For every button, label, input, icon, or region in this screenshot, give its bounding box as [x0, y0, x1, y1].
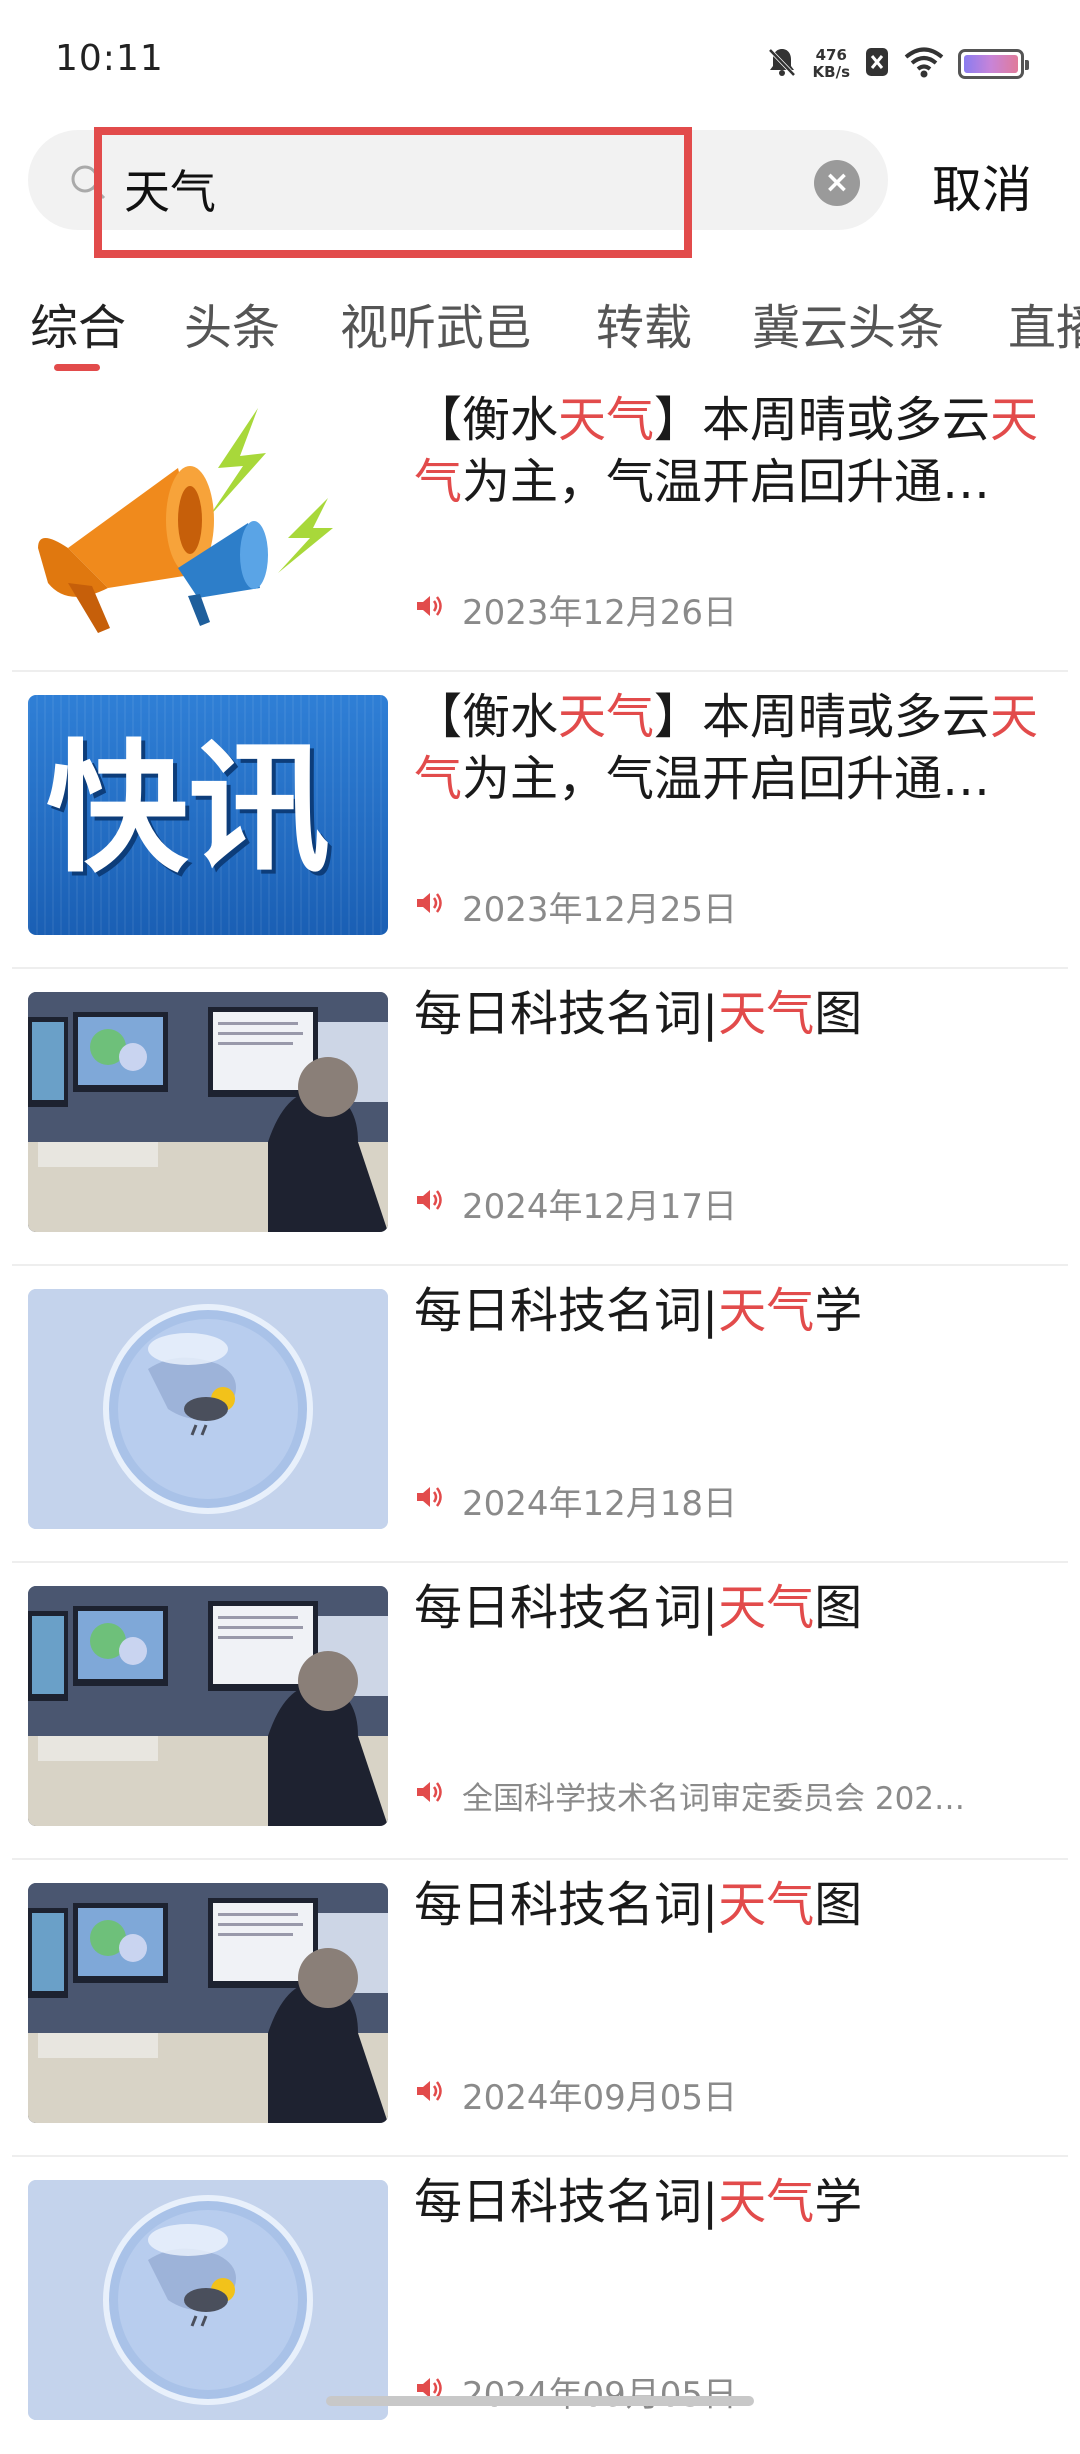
active-tab-indicator [54, 364, 100, 371]
item-meta: 2023年12月26日 [414, 585, 1054, 634]
list-item[interactable]: 每日科技名词|天气学 2024年12月18日 [12, 1266, 1068, 1563]
weather-office-thumbnail [28, 1586, 388, 1826]
item-title: 每日科技名词|天气图 [414, 986, 863, 1042]
status-bar: 10:11 476 KB/s [0, 0, 1080, 120]
battery-icon [958, 49, 1029, 79]
item-meta: 2024年09月05日 [414, 2367, 1054, 2416]
tab-shiting-wuyi[interactable]: 视听武邑 [340, 288, 532, 358]
audio-icon [414, 1777, 444, 1815]
tab-zhibo[interactable]: 直播 [1008, 288, 1080, 358]
globe-thumbnail [28, 2180, 388, 2420]
status-icons: 476 KB/s [765, 40, 1029, 88]
item-meta: 全国科学技术名词审定委员会 202… [414, 1773, 1054, 1818]
weather-office-thumbnail [28, 1883, 388, 2123]
item-meta: 2023年12月25日 [414, 882, 1054, 931]
list-item[interactable]: 每日科技名词|天气图 全国科学技术名词审定委员会 202… [12, 1563, 1068, 1860]
audio-icon [414, 590, 444, 630]
tab-toutiao[interactable]: 头条 [184, 288, 280, 358]
list-item[interactable]: 每日科技名词|天气图 2024年12月17日 [12, 969, 1068, 1266]
status-time: 10:11 [55, 38, 164, 79]
item-title: 每日科技名词|天气图 [414, 1580, 863, 1636]
item-meta: 2024年09月05日 [414, 2070, 1054, 2119]
audio-icon [414, 2075, 444, 2115]
item-meta: 2024年12月18日 [414, 1476, 1054, 1525]
cancel-button[interactable]: 取消 [932, 150, 1032, 222]
tab-jiyun-toutiao[interactable]: 冀云头条 [752, 288, 944, 358]
item-title: 每日科技名词|天气图 [414, 1877, 863, 1933]
net-speed: 476 KB/s [812, 46, 850, 81]
tab-zhuanzai[interactable]: 转载 [596, 288, 692, 358]
item-title: 每日科技名词|天气学 [414, 2174, 863, 2230]
clear-search-button[interactable]: × [814, 160, 860, 206]
category-tabs: 综合 头条 视听武邑 转载 冀云头条 直播 [0, 280, 1080, 380]
tab-zonghe[interactable]: 综合 [30, 288, 126, 358]
item-title: 【衡水天气】本周晴或多云天气为主，气温开启回升通… [414, 392, 1039, 510]
sim-disabled-icon [864, 46, 890, 82]
list-item[interactable]: 【衡水天气】本周晴或多云天气为主，气温开启回升通… 2023年12月26日 [12, 375, 1068, 672]
audio-icon [414, 1184, 444, 1224]
mute-bell-icon [765, 45, 799, 83]
item-title: 每日科技名词|天气学 [414, 1283, 863, 1339]
home-indicator[interactable] [326, 2396, 754, 2406]
audio-icon [414, 887, 444, 927]
item-title: 【衡水天气】本周晴或多云天气为主，气温开启回升通… [414, 689, 1039, 807]
globe-thumbnail [28, 1289, 388, 1529]
list-item[interactable]: 每日科技名词|天气图 2024年09月05日 [12, 1860, 1068, 2157]
list-item[interactable]: 快讯 【衡水天气】本周晴或多云天气为主，气温开启回升通… 2023年12月25日 [12, 672, 1068, 969]
list-item[interactable]: 每日科技名词|天气学 2024年09月05日 [12, 2157, 1068, 2454]
search-highlight-box [94, 127, 692, 258]
audio-icon [414, 1481, 444, 1521]
weather-office-thumbnail [28, 992, 388, 1232]
megaphone-thumbnail [28, 398, 388, 638]
wifi-icon [904, 46, 944, 82]
item-meta: 2024年12月17日 [414, 1179, 1054, 1228]
kuaixun-thumbnail: 快讯 [28, 695, 388, 935]
